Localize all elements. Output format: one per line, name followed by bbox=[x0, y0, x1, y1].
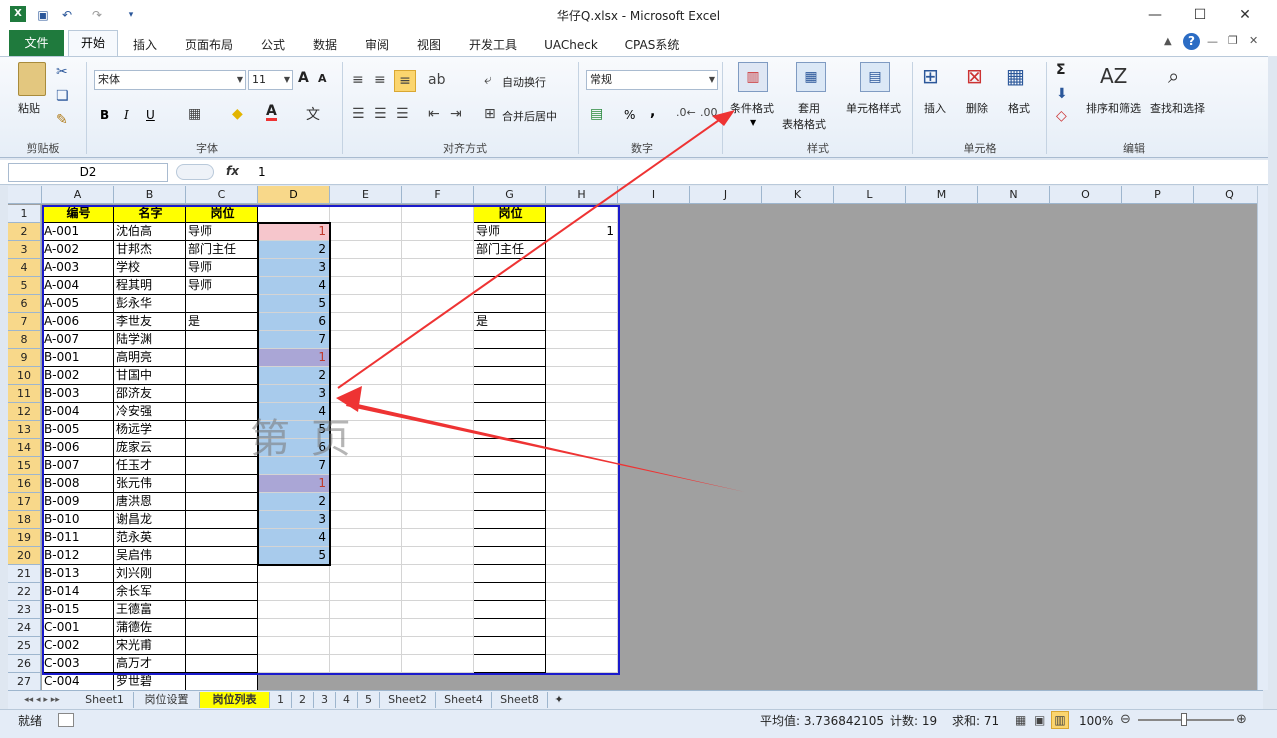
sheet-tab[interactable]: 4 bbox=[336, 692, 358, 708]
status-count: 计数: 19 bbox=[890, 714, 938, 728]
status-sum: 求和: 71 bbox=[952, 714, 1000, 728]
zoom-in-icon[interactable]: ⊕ bbox=[1236, 712, 1247, 727]
sheet-tab[interactable]: 1 bbox=[270, 692, 292, 708]
page-layout-view-icon[interactable]: ▣ bbox=[1034, 713, 1045, 727]
zoom-out-icon[interactable]: ⊖ bbox=[1120, 712, 1131, 727]
arrow-line-up bbox=[337, 117, 723, 389]
annotation-arrows bbox=[336, 110, 745, 492]
status-ready: 就绪 bbox=[18, 714, 43, 728]
sheet-tab[interactable]: Sheet1 bbox=[76, 692, 134, 708]
sheet-tab[interactable]: 2 bbox=[292, 692, 314, 708]
sheet-tab[interactable]: Sheet4 bbox=[436, 692, 492, 708]
zoom-slider-thumb[interactable] bbox=[1181, 713, 1187, 726]
sheet-tab[interactable]: 岗位列表 bbox=[200, 692, 270, 708]
sheet-nav-arrows-icon[interactable]: ◂◂ ◂ ▸ ▸▸ bbox=[12, 692, 72, 708]
normal-view-icon[interactable]: ▦ bbox=[1015, 713, 1026, 727]
arrow-head-left bbox=[336, 386, 362, 412]
zoom-level[interactable]: 100% bbox=[1079, 712, 1113, 730]
status-average: 平均值: 3.736842105 bbox=[760, 714, 885, 728]
page-break-view-icon[interactable]: ▥ bbox=[1051, 711, 1069, 729]
sheet-tab[interactable]: Sheet8 bbox=[492, 692, 548, 708]
sheet-tab[interactable]: 3 bbox=[314, 692, 336, 708]
sheet-tab[interactable]: 5 bbox=[358, 692, 380, 708]
macro-record-icon[interactable] bbox=[58, 713, 74, 727]
sheet-tab[interactable]: 岗位设置 bbox=[134, 692, 200, 708]
arrow-shaft-left bbox=[340, 395, 745, 492]
sheet-tab[interactable]: Sheet2 bbox=[380, 692, 436, 708]
insert-sheet-icon[interactable]: ✦ bbox=[548, 692, 570, 708]
